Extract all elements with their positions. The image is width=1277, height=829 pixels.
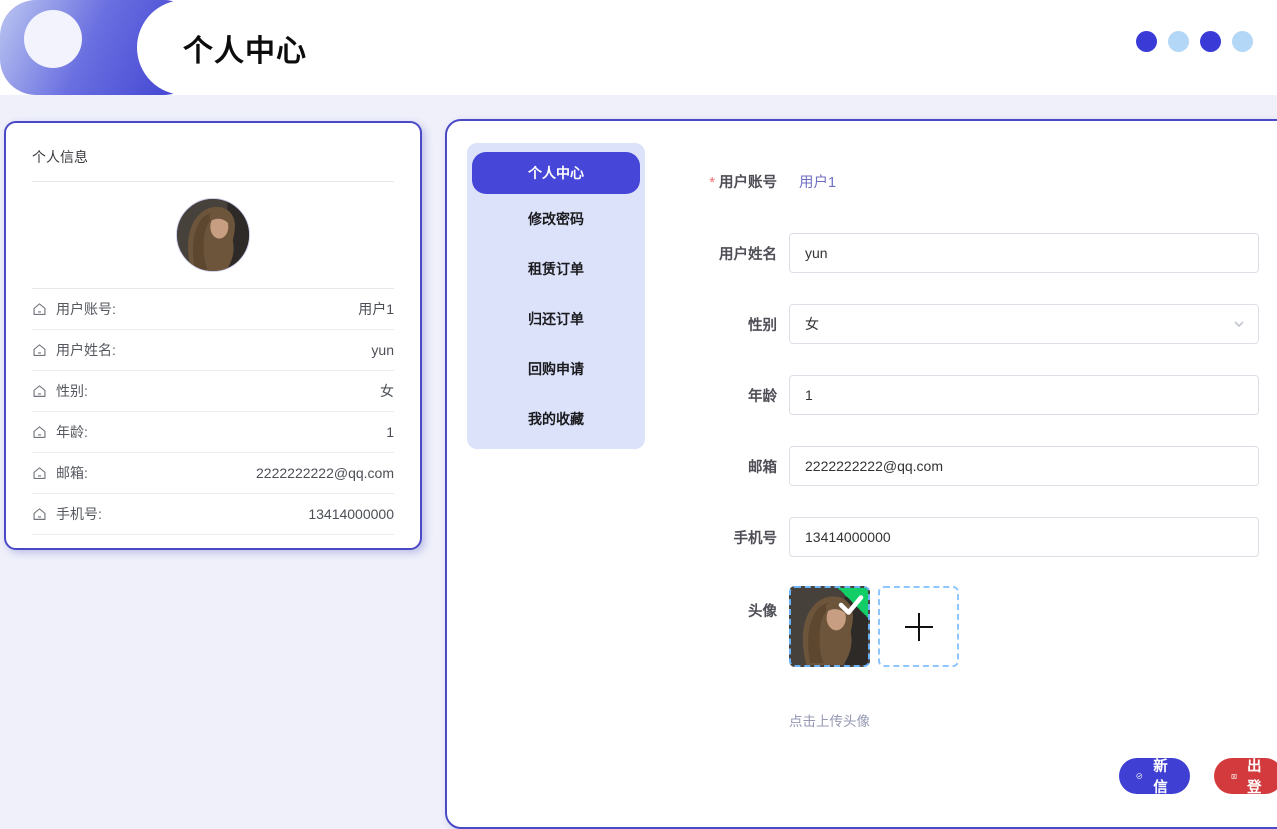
logout-icon	[1231, 769, 1237, 784]
profile-row-value: 女	[380, 381, 394, 401]
profile-row-label-text: 邮箱:	[56, 463, 88, 483]
chevron-down-icon	[1232, 317, 1246, 331]
avatar-image	[176, 198, 250, 272]
house-icon	[32, 425, 47, 440]
profile-row-value: yun	[371, 342, 394, 358]
upload-success-badge	[838, 588, 868, 618]
profile-row-label: 邮箱:	[32, 463, 88, 483]
actions-group: 更新信息 退出登录	[777, 758, 1277, 794]
profile-row-label-text: 用户姓名:	[56, 340, 116, 360]
profile-row-email: 邮箱: 2222222222@qq.com	[32, 453, 394, 494]
profile-row-label-text: 用户账号:	[56, 299, 116, 319]
profile-row-label: 手机号:	[32, 504, 102, 524]
profile-row-label: 年龄:	[32, 422, 88, 442]
header-circle-decoration	[24, 10, 82, 68]
form-row-age: 年龄	[447, 375, 1277, 415]
form-row-phone: 手机号	[447, 517, 1277, 557]
account-label-text: 用户账号	[719, 175, 777, 191]
avatar-uploader	[789, 586, 959, 667]
profile-row-gender: 性别: 女	[32, 371, 394, 412]
form-row-email: 邮箱	[447, 446, 1277, 486]
house-icon	[32, 507, 47, 522]
form-row-name: 用户姓名	[447, 233, 1277, 273]
profile-avatar-section	[32, 182, 394, 289]
dot-decoration	[1200, 31, 1221, 52]
profile-row-name: 用户姓名: yun	[32, 330, 394, 371]
personal-center-panel: 个人中心 修改密码 租赁订单 归还订单 回购申请 我的收藏 *用户账号 用户1 …	[445, 119, 1277, 829]
uploaded-avatar-thumbnail[interactable]	[789, 586, 870, 667]
profile-row-value: 1	[386, 424, 394, 440]
email-input[interactable]	[789, 446, 1259, 486]
dot-decoration	[1168, 31, 1189, 52]
dot-decoration	[1232, 31, 1253, 52]
header-dots-decoration	[1136, 31, 1253, 52]
gender-select[interactable]: 女	[789, 304, 1259, 344]
form-row-actions: 更新信息 退出登录	[447, 758, 1277, 794]
profile-row-value: 2222222222@qq.com	[256, 465, 394, 481]
profile-row-value: 13414000000	[308, 506, 394, 522]
age-label: 年龄	[447, 385, 777, 406]
house-icon	[32, 466, 47, 481]
form-row-account: *用户账号 用户1	[447, 171, 1277, 192]
profile-row-label-text: 性别:	[56, 381, 88, 401]
gender-selected-value: 女	[805, 314, 819, 334]
gender-label: 性别	[447, 314, 777, 335]
profile-row-phone: 手机号: 13414000000	[32, 494, 394, 535]
profile-row-label: 性别:	[32, 381, 88, 401]
required-mark: *	[709, 175, 715, 191]
phone-label: 手机号	[447, 527, 777, 548]
header-title-band: 个人中心	[137, 0, 1277, 95]
email-label: 邮箱	[447, 456, 777, 477]
name-input[interactable]	[789, 233, 1259, 273]
dot-decoration	[1136, 31, 1157, 52]
header: 个人中心	[0, 0, 1277, 95]
plus-icon	[902, 610, 936, 644]
page-title: 个人中心	[183, 26, 307, 70]
phone-input[interactable]	[789, 517, 1259, 557]
house-icon	[32, 343, 47, 358]
house-icon	[32, 384, 47, 399]
form-row-hint: 点击上传头像	[447, 710, 1277, 730]
check-icon	[836, 590, 866, 620]
profile-row-age: 年龄: 1	[32, 412, 394, 453]
profile-row-account: 用户账号: 用户1	[32, 289, 394, 330]
account-label: *用户账号	[447, 171, 777, 192]
add-avatar-button[interactable]	[878, 586, 959, 667]
profile-summary-card: 个人信息 用户账号: 用户1 用户姓名: yun 性别	[4, 121, 422, 550]
name-label: 用户姓名	[447, 243, 777, 264]
update-info-button[interactable]: 更新信息	[1119, 758, 1190, 794]
form-row-avatar: 头像	[447, 586, 1277, 667]
profile-row-label-text: 年龄:	[56, 422, 88, 442]
profile-row-label: 用户账号:	[32, 299, 116, 319]
profile-row-label-text: 手机号:	[56, 504, 102, 524]
form-row-gender: 性别 女	[447, 304, 1277, 344]
logout-label: 退出登录	[1243, 734, 1266, 818]
update-info-label: 更新信息	[1149, 734, 1173, 818]
house-icon	[32, 302, 47, 317]
circle-check-icon	[1136, 768, 1143, 784]
logout-button[interactable]: 退出登录	[1214, 758, 1277, 794]
profile-card-title: 个人信息	[32, 123, 394, 182]
profile-row-value: 用户1	[358, 299, 394, 319]
age-input[interactable]	[789, 375, 1259, 415]
profile-row-label: 用户姓名:	[32, 340, 116, 360]
upload-hint: 点击上传头像	[789, 710, 870, 730]
account-value: 用户1	[799, 171, 836, 192]
avatar-label: 头像	[447, 586, 777, 621]
